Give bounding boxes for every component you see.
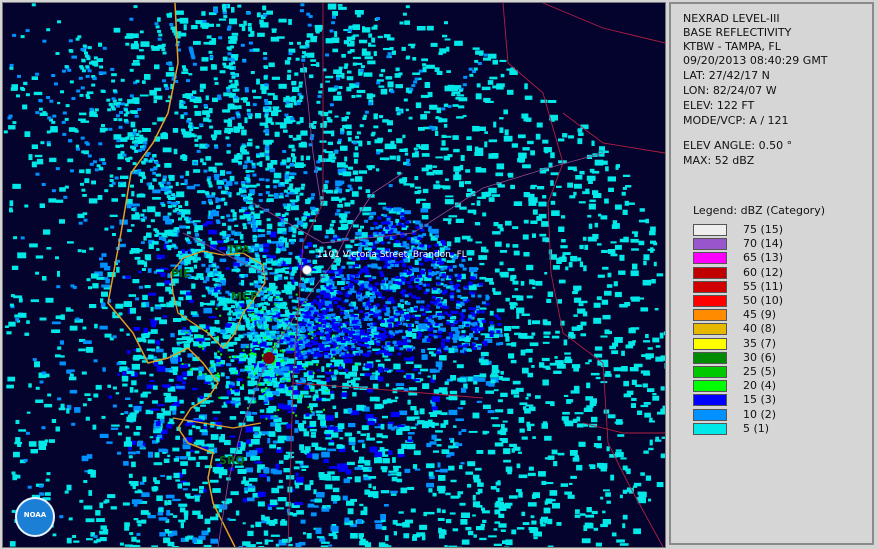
lat-text: LAT: 27/42/17 N (683, 69, 770, 82)
legend-label: 60 (12) (743, 265, 784, 279)
radar-map[interactable]: TPA PIE MCF SRQ 1101 Victoria Street, Br… (2, 2, 666, 548)
legend-swatch (693, 323, 727, 336)
legend-title: Legend: dBZ (Category) (693, 204, 825, 217)
place-label-tpa: TPA (227, 243, 251, 256)
elev-text: ELEV: 122 FT (683, 99, 755, 112)
legend-label: 25 (5) (743, 365, 777, 378)
road (217, 357, 269, 547)
place-label-mcf: MCF (231, 290, 258, 303)
datetime-text: 09/20/2013 08:40:29 GMT (683, 54, 828, 67)
legend-label: 55 (11) (743, 279, 784, 293)
product-line-2: BASE REFLECTIVITY (683, 26, 792, 39)
map-overlay (107, 3, 665, 547)
legend-label: 75 (15) (743, 223, 784, 236)
legend-label: 40 (8) (743, 322, 777, 336)
station-text: KTBW - TAMPA, FL (683, 40, 781, 53)
legend-swatch (693, 394, 727, 407)
legend-swatch (693, 266, 727, 279)
place-label-srq: SRQ (219, 454, 245, 467)
river-line (172, 417, 262, 429)
max-text: MAX: 52 dBZ (683, 154, 755, 167)
legend-label: 35 (7) (743, 336, 777, 350)
address-marker[interactable] (302, 265, 312, 275)
legend-swatch (693, 238, 727, 251)
legend-label: 15 (3) (743, 393, 777, 407)
noaa-logo: NOAA (15, 497, 55, 537)
legend-label: 45 (9) (743, 308, 777, 322)
legend-label: 50 (10) (743, 294, 784, 307)
address-label: 1101 Victoria Street, Brandon, FL (317, 250, 467, 260)
road (267, 172, 404, 359)
legend-label: 5 (1) (743, 421, 770, 435)
county-line (502, 3, 664, 547)
county-line (542, 3, 665, 44)
mode-text: MODE/VCP: A / 121 (683, 114, 789, 127)
legend-swatch (693, 380, 727, 393)
legend-swatch (693, 224, 727, 236)
county-line (292, 382, 484, 399)
county-line (562, 112, 665, 154)
road (302, 62, 322, 204)
elev-angle-text: ELEV ANGLE: 0.50 ° (683, 139, 793, 152)
legend-swatch (693, 422, 727, 435)
place-label-pie: PIE (171, 267, 191, 280)
legend-swatch (693, 408, 727, 421)
lon-text: LON: 82/24/07 W (683, 84, 777, 97)
legend-label: 30 (6) (743, 350, 777, 364)
legend-label: 10 (2) (743, 407, 777, 421)
road (252, 152, 604, 244)
road (182, 232, 266, 274)
county-line (582, 422, 665, 434)
legend-swatch (693, 309, 727, 322)
legend-label: 65 (13) (743, 251, 784, 265)
legend-swatch (693, 351, 727, 364)
legend-label: 20 (4) (743, 379, 777, 393)
legend-label: 70 (14) (743, 237, 784, 251)
legend-swatch (693, 252, 727, 265)
info-panel: NEXRAD LEVEL-III BASE REFLECTIVITY KTBW … (669, 2, 874, 545)
product-line-1: NEXRAD LEVEL-III (683, 12, 780, 25)
legend-swatch (693, 280, 727, 293)
radar-site (263, 352, 275, 364)
legend-swatch (693, 295, 727, 307)
legend-swatch (693, 366, 727, 378)
legend-swatch (693, 337, 727, 350)
